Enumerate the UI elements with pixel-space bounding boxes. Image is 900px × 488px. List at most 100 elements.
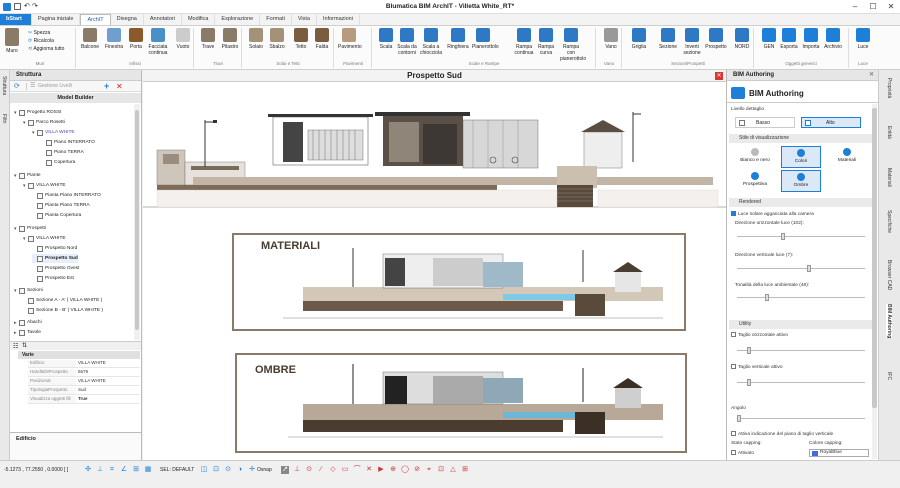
gestione-livelli-button[interactable]: Gestione Livelli [38, 83, 72, 89]
minimize-button[interactable]: – [846, 0, 864, 14]
ribbon-vano-button[interactable]: Vano [600, 28, 622, 50]
ribbon-archivio-button[interactable]: Archivio [822, 28, 844, 50]
ribbon-tetto-button[interactable]: Tetto [290, 28, 312, 50]
angolo-slider[interactable] [737, 415, 865, 422]
section-stile[interactable]: Stile di visualizzazione [729, 134, 875, 143]
spezza-button[interactable]: ✂ Spezza [28, 29, 64, 37]
aggiorna-button[interactable]: ⟲ Aggiorna tutto [28, 45, 64, 53]
ribbon-inverti-sezione-button[interactable]: Inverti sezione [681, 28, 703, 56]
ribbon-falda-button[interactable]: Falda [311, 28, 333, 50]
tree-item[interactable]: ▾ Piante [14, 171, 41, 180]
zoom-icon[interactable]: ⊡ [212, 466, 220, 474]
side-tab-struttura[interactable]: Struttura [1, 76, 7, 95]
tab-archit[interactable]: ArchIT [80, 14, 111, 25]
tree-item[interactable]: ▾ VILLA WHITE [23, 181, 66, 190]
style-option[interactable]: Ombre [781, 170, 821, 192]
osnap-icon[interactable]: ⊙ [224, 466, 232, 474]
tonalita-knob[interactable] [765, 294, 769, 301]
ribbon-trave-button[interactable]: Trave [197, 28, 219, 50]
alto-button[interactable]: Alto [801, 117, 861, 128]
taglio-vert-slider[interactable] [737, 379, 865, 386]
delete-icon[interactable]: ✕ [116, 82, 123, 91]
polar-icon[interactable]: ∠ [120, 466, 128, 474]
bim-scrollbar[interactable] [872, 104, 877, 459]
tab-vista[interactable]: Vista [292, 14, 317, 25]
osnap-mode-icon[interactable]: ⊡ [437, 466, 445, 474]
luce-check-row[interactable]: Luce solare agganciata alla camera [731, 211, 814, 217]
taglio-orizz-checkbox[interactable] [731, 332, 736, 337]
ribbon-facciata-continua-button[interactable]: Facciata continua [147, 28, 169, 56]
tree-item[interactable]: ▾ Parco Rosetti [23, 118, 65, 127]
dir-orizz-knob[interactable] [781, 233, 785, 240]
tree-item[interactable]: ▾ Progetto ROSSI [14, 108, 61, 117]
tree-item[interactable]: Copertura [41, 158, 75, 167]
ribbon-ringhiera-button[interactable]: Ringhiera [447, 28, 469, 50]
osnap-label[interactable]: Osnap [257, 467, 272, 473]
osnap-mode-icon[interactable]: ◯ [401, 466, 409, 474]
ribbon-nord-button[interactable]: NORD [731, 28, 753, 50]
tree-item[interactable]: ▸ Abachi [14, 318, 42, 327]
style-option[interactable]: Materiali [827, 146, 867, 168]
attiva-piano-checkbox[interactable] [731, 431, 736, 436]
muro-button[interactable]: Muro [3, 28, 21, 54]
ribbon-scala-button[interactable]: Scala [375, 28, 397, 50]
maximize-button[interactable]: ☐ [864, 0, 882, 14]
property-row[interactable]: Visualizza oggetti fill True [28, 396, 140, 404]
osnap-mode-icon[interactable]: ∕ [317, 466, 325, 474]
close-panel-icon[interactable]: ✕ [869, 70, 878, 80]
ribbon-vuoto-button[interactable]: Vuoto [172, 28, 194, 50]
osnap-mode-icon[interactable]: ▶ [377, 466, 385, 474]
right-tab[interactable]: Materiali [886, 168, 892, 187]
taglio-vert-row[interactable]: Taglio verticale attivo [731, 364, 783, 370]
tree-item[interactable]: Prospetto Sud [32, 254, 78, 263]
osnap-mode-icon[interactable]: ✕ [365, 466, 373, 474]
osnap-mode-icon[interactable]: ⊙ [305, 466, 313, 474]
tree-item[interactable]: ▾ VILLA WHITE [32, 128, 75, 137]
tree-scrollbar[interactable] [134, 104, 140, 340]
right-tab[interactable]: Entità [886, 126, 892, 139]
tree-item[interactable]: Pianta Copertura [32, 211, 81, 220]
right-tab[interactable]: IFC [886, 372, 892, 380]
tab-pagina-iniziale[interactable]: Pagina iniziale [32, 14, 81, 25]
ribbon-esporta-button[interactable]: Esporta [778, 28, 800, 50]
dir-vert-knob[interactable] [807, 265, 811, 272]
tree-item[interactable]: Prospetto Nord [32, 244, 77, 253]
ribbon-scala-a-chiocciola-button[interactable]: Scala a chiocciola [420, 28, 442, 56]
taglio-orizz-row[interactable]: Taglio orizzontale attivo [731, 332, 788, 338]
style-option[interactable]: Bianco e nero [735, 146, 775, 168]
right-tab[interactable]: Browser CAD [886, 260, 892, 290]
taglio-vert-checkbox[interactable] [731, 364, 736, 369]
right-tab[interactable]: Specifiche [886, 210, 892, 233]
ribbon-solaio-button[interactable]: Solaio [245, 28, 267, 50]
ribbon-pianerottolo-button[interactable]: Pianerottolo [472, 28, 499, 50]
cursor-icon[interactable]: ✛ [248, 466, 256, 474]
tree-item[interactable]: Sezione B - B' ( VILLA WHITE ) [23, 306, 103, 315]
tree-item[interactable]: Piano TERRA [41, 148, 84, 157]
ribbon-rampa-con-pianerottolo-button[interactable]: Rampa con pianerottolo [560, 28, 586, 62]
osnap-mode-icon[interactable]: ⌖ [425, 466, 433, 474]
dir-vert-slider[interactable] [737, 265, 865, 272]
snap-icon[interactable]: ✣ [84, 466, 92, 474]
side-tab-filtri[interactable]: Filtri [1, 114, 7, 123]
layer-icon[interactable]: ▦ [144, 466, 152, 474]
tree-item[interactable]: Prospetto Ovest [32, 264, 79, 273]
tab-annotatori[interactable]: Annotatori [144, 14, 182, 25]
tab-informazioni[interactable]: Informazioni [317, 14, 360, 25]
tab-bstart[interactable]: bStart [0, 14, 32, 25]
ribbon-pilastro-button[interactable]: Pilastro [219, 28, 241, 50]
ribbon-sezione-button[interactable]: Sezione [657, 28, 679, 50]
ribbon-sbalzo-button[interactable]: Sbalzo [266, 28, 288, 50]
colore-capping-select[interactable]: RoyalBlue [809, 449, 869, 457]
style-option[interactable]: Prospettiva [735, 170, 775, 192]
grid-icon[interactable]: ⌗ [108, 466, 116, 474]
tab-disegna[interactable]: Disegna [111, 14, 144, 25]
ribbon-porta-button[interactable]: Porta [125, 28, 147, 50]
tree-item[interactable]: Pianta Piano INTERRATO [32, 191, 101, 200]
property-row[interactable]: HandleDiProspetto 5679 [28, 369, 140, 377]
property-value[interactable]: True [76, 396, 140, 403]
categorized-icon[interactable]: ☷ [13, 343, 18, 350]
tonalita-slider[interactable] [737, 294, 865, 301]
ribbon-griglia-button[interactable]: Griglia [628, 28, 650, 50]
refresh-icon[interactable]: ⟳ [14, 82, 20, 90]
taglio-vert-knob[interactable] [747, 379, 751, 386]
